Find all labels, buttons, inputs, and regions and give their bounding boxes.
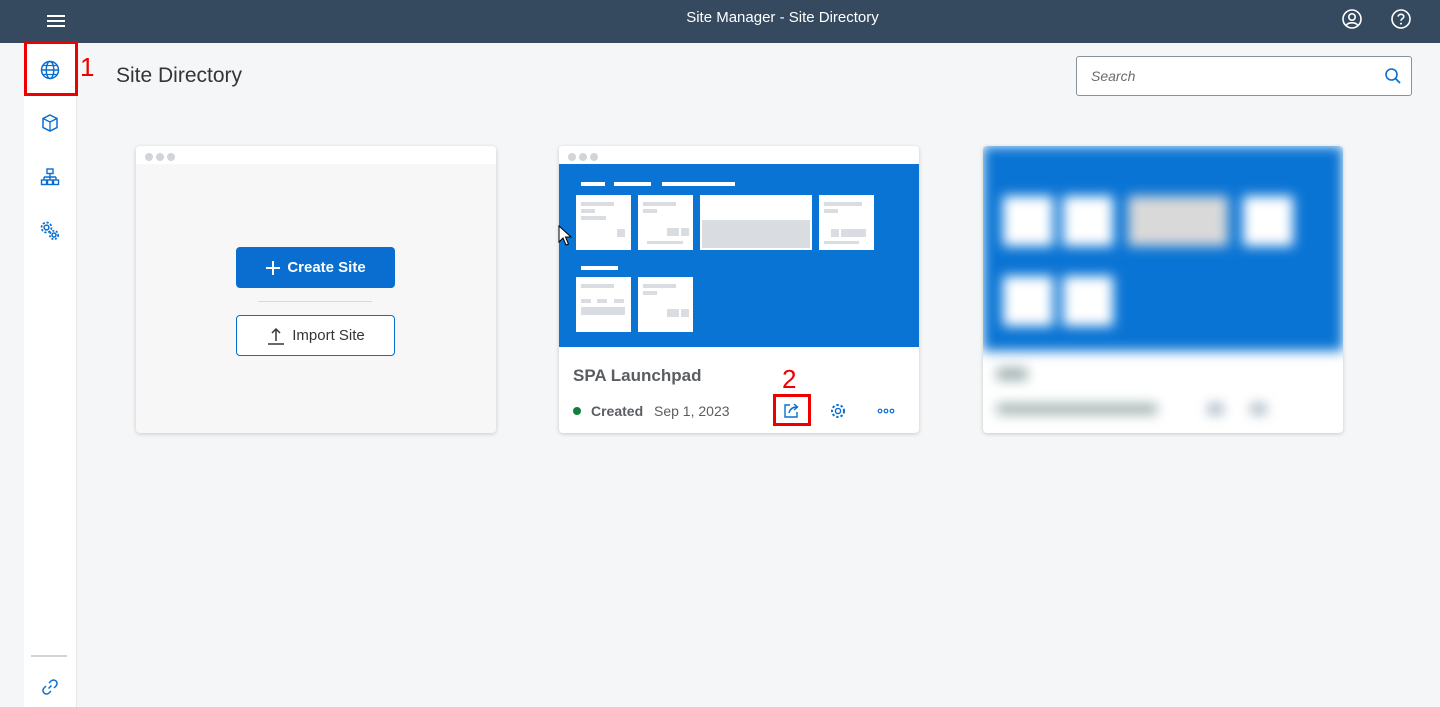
- card-window-bar: [136, 146, 496, 164]
- mouse-cursor-icon: [558, 225, 572, 246]
- status-date: Sep 1, 2023: [654, 403, 730, 419]
- search-input[interactable]: [1077, 57, 1367, 95]
- shell-bar: Site Manager - Site Directory: [0, 0, 1440, 43]
- import-site-button[interactable]: Import Site: [236, 315, 395, 356]
- upload-icon: [268, 327, 285, 345]
- sidebar-item-content-manager[interactable]: [24, 99, 76, 147]
- link-icon: [42, 679, 58, 695]
- user-account-icon[interactable]: [1340, 7, 1364, 31]
- site-card[interactable]: SPA Launchpad Created Sep 1, 2023: [559, 146, 919, 433]
- site-preview-thumbnail: [559, 164, 919, 347]
- sidebar-item-channel-manager[interactable]: [24, 153, 76, 201]
- sidebar-item-links[interactable]: [24, 663, 76, 707]
- plus-icon: [266, 260, 281, 275]
- blurred-site-card[interactable]: [983, 146, 1343, 433]
- search-field: [1076, 56, 1412, 96]
- annotation-box-2: [773, 394, 811, 426]
- import-site-label: Import Site: [292, 327, 365, 344]
- page-title: Site Directory: [116, 64, 243, 87]
- create-site-card: Create Site Import Site: [136, 146, 496, 433]
- search-icon[interactable]: [1383, 66, 1403, 86]
- create-site-button[interactable]: Create Site: [236, 247, 395, 288]
- sidebar-item-settings[interactable]: [24, 207, 76, 255]
- annotation-box-1: [24, 41, 78, 96]
- card-window-bar: [559, 146, 919, 164]
- cube-icon: [42, 114, 58, 132]
- create-site-label: Create Site: [287, 259, 366, 276]
- annotation-number-2: 2: [782, 364, 797, 394]
- help-icon[interactable]: [1389, 7, 1413, 31]
- gears-icon: [40, 221, 60, 241]
- sidebar-divider: [31, 655, 67, 657]
- annotation-number-1: 1: [80, 52, 95, 82]
- side-navigation: [24, 43, 77, 707]
- status-label: Created: [591, 403, 644, 419]
- status-dot: [573, 407, 581, 415]
- more-options-icon[interactable]: [874, 399, 898, 423]
- site-name[interactable]: SPA Launchpad: [573, 366, 701, 386]
- hierarchy-icon: [40, 168, 60, 186]
- shell-title: Site Manager - Site Directory: [686, 9, 879, 26]
- settings-icon[interactable]: [826, 399, 850, 423]
